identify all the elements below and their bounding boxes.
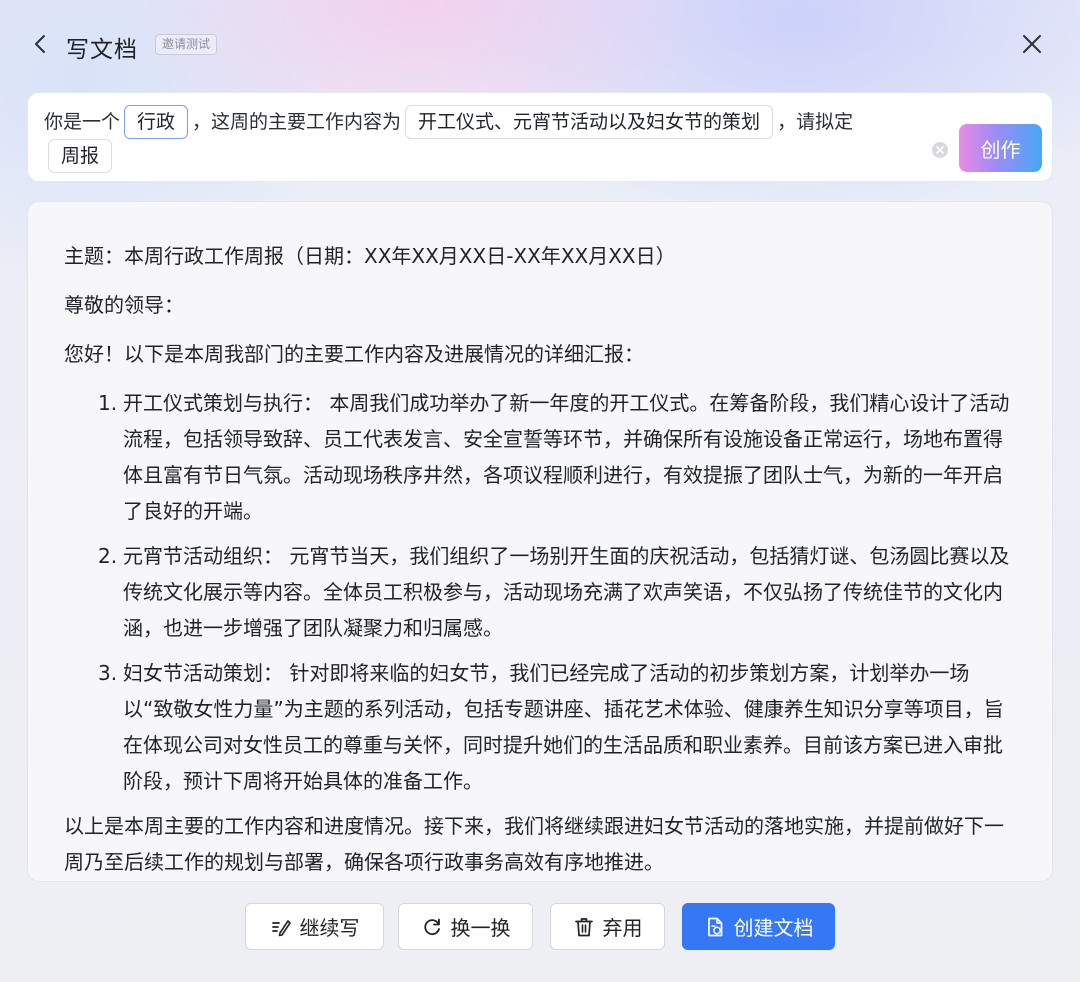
doc-type-slot-input[interactable]: 周报 — [48, 139, 113, 173]
close-icon[interactable] — [1020, 32, 1044, 56]
generated-document-panel[interactable]: 主题：本周行政工作周报（日期：XX年XX月XX日-XX年XX月XX日） 尊敬的领… — [27, 201, 1053, 882]
refresh-icon — [423, 918, 440, 935]
doc-closing: 以上是本周主要的工作内容和进度情况。接下来，我们将继续跟进妇女节活动的落地实施，… — [64, 814, 1004, 874]
prompt-text: 你是一个 行政 ，这周的主要工作内容为 开工仪式、元宵节活动以及妇女节的策划 ，请拟定周… — [44, 105, 924, 173]
prompt-segment: ，请拟定 — [777, 111, 854, 133]
doc-subject: 主题：本周行政工作周报（日期：XX年XX月XX日-XX年XX月XX日） — [64, 244, 676, 268]
list-item-number: 3. — [98, 661, 118, 685]
chevron-left-icon[interactable] — [30, 32, 52, 56]
doc-salutation: 尊敬的领导： — [64, 293, 184, 317]
discard-label: 弃用 — [602, 916, 643, 940]
document-icon — [707, 917, 722, 936]
role-slot-input[interactable]: 行政 — [124, 105, 189, 139]
invite-test-badge: 邀请测试 — [155, 34, 218, 55]
create-button[interactable]: 创作 — [959, 124, 1042, 172]
trash-icon — [574, 917, 593, 936]
action-bar: 继续写 换一换 弃用 创建文档 — [0, 903, 1080, 951]
refresh-button[interactable]: 换一换 — [398, 903, 533, 950]
list-item-text: 妇女节活动策划： 针对即将来临的妇女节，我们已经完成了活动的初步策划方案，计划举… — [123, 661, 1004, 793]
list-item-number: 1. — [98, 391, 118, 415]
continue-writing-button[interactable]: 继续写 — [245, 903, 384, 950]
work-content-slot-input[interactable]: 开工仪式、元宵节活动以及妇女节的策划 — [405, 105, 774, 139]
page-title: 写文档 — [66, 37, 138, 63]
create-document-button[interactable]: 创建文档 — [682, 903, 835, 950]
header: 写文档 邀请测试 — [0, 0, 1080, 90]
discard-button[interactable]: 弃用 — [550, 903, 665, 950]
prompt-segment: 你是一个 — [44, 111, 121, 133]
document-body: 主题：本周行政工作周报（日期：XX年XX月XX日-XX年XX月XX日） 尊敬的领… — [64, 238, 1014, 881]
list-item-text: 元宵节活动组织： 元宵节当天，我们组织了一场别开生面的庆祝活动，包括猜灯谜、包汤… — [123, 544, 1010, 640]
list-item: 2. 元宵节活动组织： 元宵节当天，我们组织了一场别开生面的庆祝活动，包括猜灯谜… — [64, 538, 1014, 646]
prompt-segment: ，这周的主要工作内容为 — [192, 111, 402, 133]
list-item-number: 2. — [98, 544, 118, 568]
refresh-label: 换一换 — [450, 916, 511, 940]
pen-icon — [271, 919, 291, 936]
list-item: 1. 开工仪式策划与执行： 本周我们成功举办了新一年度的开工仪式。在筹备阶段，我… — [64, 385, 1014, 529]
doc-item-list: 1. 开工仪式策划与执行： 本周我们成功举办了新一年度的开工仪式。在筹备阶段，我… — [64, 385, 1014, 799]
clear-icon[interactable] — [931, 141, 949, 159]
list-item: 3. 妇女节活动策划： 针对即将来临的妇女节，我们已经完成了活动的初步策划方案，… — [64, 655, 1014, 799]
create-document-label: 创建文档 — [733, 916, 814, 940]
doc-intro: 您好！以下是本周我部门的主要工作内容及进展情况的详细汇报： — [64, 342, 644, 366]
prompt-card: 你是一个 行政 ，这周的主要工作内容为 开工仪式、元宵节活动以及妇女节的策划 ，请拟定周… — [27, 92, 1053, 182]
list-item-text: 开工仪式策划与执行： 本周我们成功举办了新一年度的开工仪式。在筹备阶段，我们精心… — [123, 391, 1010, 523]
continue-writing-label: 继续写 — [299, 916, 360, 940]
